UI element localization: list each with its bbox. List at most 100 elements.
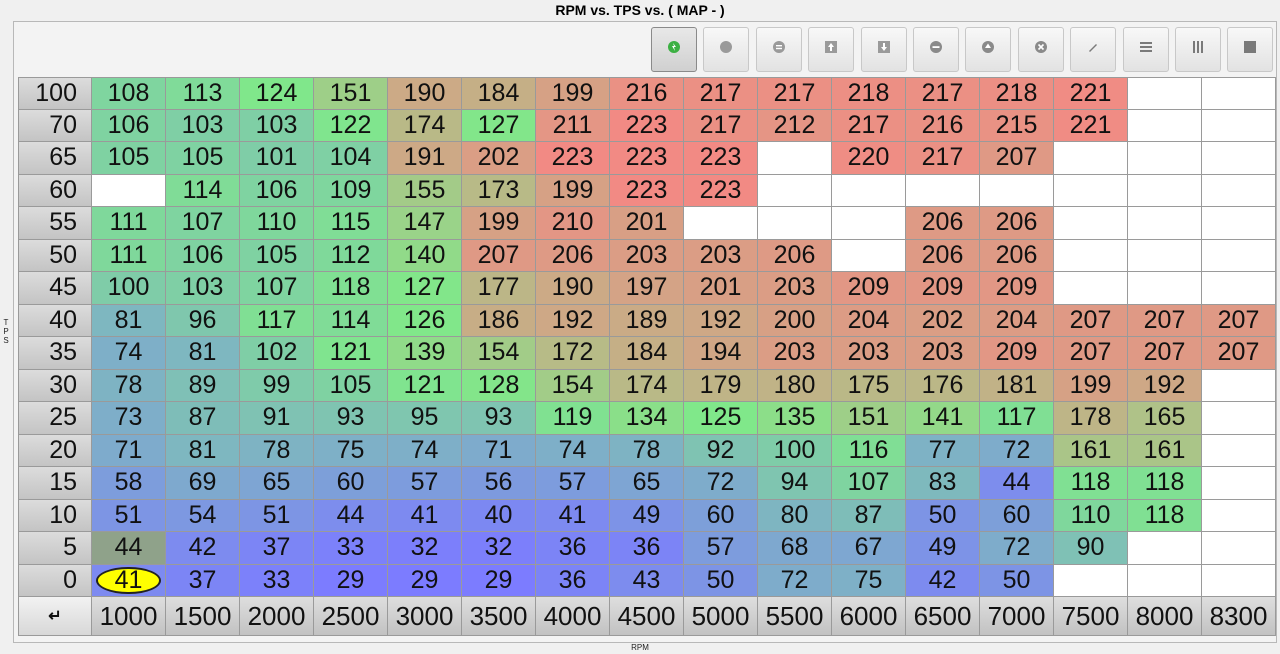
table-cell[interactable]: 44	[314, 499, 388, 532]
table-cell[interactable]: 217	[684, 109, 758, 142]
table-cell[interactable]	[758, 142, 832, 175]
table-cell[interactable]: 116	[832, 434, 906, 467]
table-cell[interactable]: 200	[758, 304, 832, 337]
table-cell[interactable]: 209	[980, 337, 1054, 370]
columns-button[interactable]	[1175, 27, 1221, 72]
table-cell[interactable]: 44	[92, 532, 166, 565]
table-cell[interactable]: 192	[1128, 369, 1202, 402]
table-cell[interactable]: 197	[610, 272, 684, 305]
table-cell[interactable]: 67	[832, 532, 906, 565]
table-cell[interactable]: 223	[684, 174, 758, 207]
table-cell[interactable]: 134	[610, 402, 684, 435]
table-cell[interactable]: 93	[462, 402, 536, 435]
table-cell[interactable]: 186	[462, 304, 536, 337]
table-cell[interactable]: 32	[388, 532, 462, 565]
table-cell[interactable]: 154	[462, 337, 536, 370]
table-cell[interactable]: 190	[536, 272, 610, 305]
table-cell[interactable]: 119	[536, 402, 610, 435]
table-cell[interactable]: 155	[388, 174, 462, 207]
table-cell[interactable]: 203	[758, 272, 832, 305]
table-cell[interactable]: 218	[832, 77, 906, 110]
table-cell[interactable]	[1128, 142, 1202, 175]
table-cell[interactable]: 194	[684, 337, 758, 370]
table-cell[interactable]: 50	[684, 564, 758, 597]
clear-button[interactable]	[1017, 27, 1064, 72]
table-cell[interactable]: 105	[314, 369, 388, 402]
table-cell[interactable]: 184	[610, 337, 684, 370]
table-cell[interactable]: 178	[1054, 402, 1128, 435]
table-cell[interactable]	[980, 174, 1054, 207]
table-cell[interactable]: 151	[314, 77, 388, 110]
selected-cell[interactable]: 41	[92, 564, 166, 597]
table-cell[interactable]: 118	[1128, 499, 1202, 532]
table-cell[interactable]: 32	[462, 532, 536, 565]
table-cell[interactable]	[1128, 109, 1202, 142]
table-cell[interactable]: 102	[240, 337, 314, 370]
equals-button[interactable]	[755, 27, 802, 72]
table-cell[interactable]: 199	[536, 77, 610, 110]
table-cell[interactable]: 106	[240, 174, 314, 207]
table-cell[interactable]: 181	[980, 369, 1054, 402]
table-cell[interactable]: 207	[1054, 337, 1128, 370]
table-cell[interactable]: 29	[314, 564, 388, 597]
table-cell[interactable]: 201	[610, 207, 684, 240]
table-cell[interactable]: 216	[906, 109, 980, 142]
table-cell[interactable]: 107	[832, 467, 906, 500]
table-cell[interactable]: 78	[610, 434, 684, 467]
table-cell[interactable]	[1054, 564, 1128, 597]
table-cell[interactable]	[1054, 174, 1128, 207]
table-cell[interactable]	[1202, 77, 1276, 110]
table-cell[interactable]: 44	[980, 467, 1054, 500]
table-cell[interactable]: 80	[758, 499, 832, 532]
table-cell[interactable]: 114	[166, 174, 240, 207]
table-cell[interactable]	[1128, 77, 1202, 110]
table-cell[interactable]	[684, 207, 758, 240]
table-cell[interactable]: 57	[536, 467, 610, 500]
table-cell[interactable]: 57	[684, 532, 758, 565]
table-cell[interactable]: 40	[462, 499, 536, 532]
table-cell[interactable]: 177	[462, 272, 536, 305]
table-cell[interactable]: 174	[610, 369, 684, 402]
table-cell[interactable]: 37	[240, 532, 314, 565]
table-cell[interactable]: 72	[980, 532, 1054, 565]
table-cell[interactable]: 91	[240, 402, 314, 435]
table-cell[interactable]: 221	[1054, 77, 1128, 110]
table-cell[interactable]: 127	[462, 109, 536, 142]
table-cell[interactable]: 68	[758, 532, 832, 565]
increase-button[interactable]	[808, 27, 855, 72]
table-cell[interactable]: 203	[684, 239, 758, 272]
table-cell[interactable]: 50	[906, 499, 980, 532]
table-cell[interactable]: 72	[758, 564, 832, 597]
table-cell[interactable]: 56	[462, 467, 536, 500]
table-cell[interactable]: 29	[388, 564, 462, 597]
table-cell[interactable]: 140	[388, 239, 462, 272]
table-cell[interactable]: 118	[1128, 467, 1202, 500]
table-cell[interactable]: 60	[980, 499, 1054, 532]
table-cell[interactable]: 41	[388, 499, 462, 532]
table-cell[interactable]: 207	[1128, 304, 1202, 337]
table-cell[interactable]: 75	[314, 434, 388, 467]
table-cell[interactable]: 223	[536, 142, 610, 175]
table-cell[interactable]: 141	[906, 402, 980, 435]
table-cell[interactable]: 117	[980, 402, 1054, 435]
decrease-button[interactable]	[860, 27, 907, 72]
table-cell[interactable]: 104	[314, 142, 388, 175]
table-cell[interactable]: 221	[1054, 109, 1128, 142]
table-cell[interactable]: 29	[462, 564, 536, 597]
table-cell[interactable]: 81	[166, 337, 240, 370]
table-cell[interactable]: 93	[314, 402, 388, 435]
table-cell[interactable]	[1054, 142, 1128, 175]
table-cell[interactable]: 216	[610, 77, 684, 110]
table-cell[interactable]: 81	[166, 434, 240, 467]
table-cell[interactable]	[1202, 564, 1276, 597]
table-cell[interactable]: 36	[536, 532, 610, 565]
table-cell[interactable]: 110	[1054, 499, 1128, 532]
table-cell[interactable]: 54	[166, 499, 240, 532]
table-cell[interactable]: 94	[758, 467, 832, 500]
table-cell[interactable]: 51	[92, 499, 166, 532]
table-cell[interactable]	[1202, 434, 1276, 467]
table-cell[interactable]: 201	[684, 272, 758, 305]
table-cell[interactable]: 103	[166, 109, 240, 142]
table-cell[interactable]: 105	[92, 142, 166, 175]
table-cell[interactable]: 223	[610, 174, 684, 207]
